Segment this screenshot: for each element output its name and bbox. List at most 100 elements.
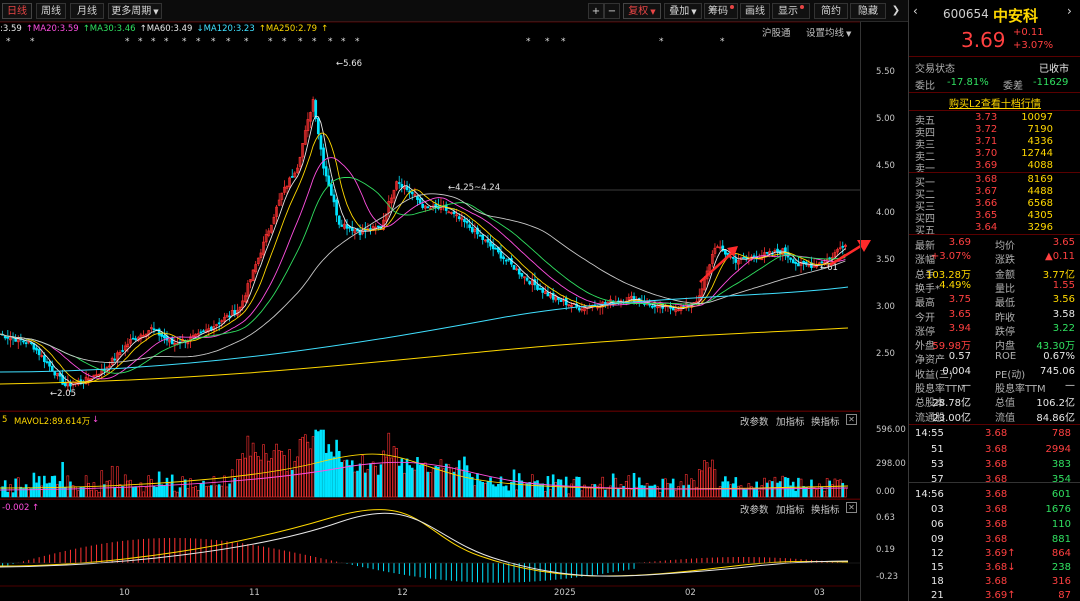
candle-body bbox=[337, 215, 341, 225]
stat-value: 3.94 bbox=[948, 322, 971, 334]
candle-body bbox=[494, 247, 498, 250]
candle-body bbox=[330, 184, 333, 196]
volume-bar bbox=[452, 471, 456, 498]
volume-bar bbox=[572, 479, 576, 498]
candle-body bbox=[290, 176, 294, 178]
candle-body bbox=[517, 268, 521, 275]
volume-bar bbox=[731, 483, 735, 498]
volume-bar bbox=[442, 468, 445, 498]
stat-label: 最高 bbox=[915, 298, 935, 310]
volume-bar bbox=[604, 489, 607, 498]
ask-row: 卖五 3.73 10097 bbox=[909, 112, 1079, 127]
volume-bar bbox=[637, 477, 641, 498]
bid-row: 买二 3.67 4488 bbox=[909, 186, 1079, 201]
ask-price: 3.71 bbox=[975, 136, 998, 147]
volume-bar bbox=[546, 476, 550, 498]
price-change-pct: +3.07% bbox=[1013, 40, 1054, 51]
volume-tick: 298.00 bbox=[876, 459, 906, 469]
candle-body bbox=[228, 315, 231, 318]
volume-bar bbox=[27, 487, 31, 498]
stat-value: 1.55 bbox=[1052, 279, 1075, 291]
volume-bar bbox=[716, 487, 719, 498]
volume-bar bbox=[371, 461, 375, 498]
volume-bar bbox=[617, 487, 620, 498]
candle-body bbox=[478, 234, 482, 237]
volume-bar bbox=[437, 466, 440, 498]
volume-bar bbox=[431, 468, 435, 498]
volume-bar bbox=[460, 469, 464, 498]
macd-tick: 0.19 bbox=[876, 545, 895, 555]
candle-body bbox=[731, 257, 735, 259]
ratio-value: -17.81% bbox=[947, 77, 989, 88]
tick-price: 3.68 bbox=[985, 474, 1008, 485]
tick-volume: 110 bbox=[1051, 519, 1071, 530]
volume-bar bbox=[32, 472, 36, 498]
date-tick: 11 bbox=[249, 588, 260, 598]
tick-time: 06 bbox=[931, 519, 944, 530]
macd-switch-indicator-button[interactable]: 换指标 bbox=[811, 502, 840, 516]
volume-bar bbox=[778, 481, 782, 498]
volume-bar bbox=[424, 462, 427, 498]
volume-bar bbox=[486, 481, 490, 498]
volume-bar bbox=[105, 480, 109, 498]
stat-row: 总股本 28.78亿 总值 106.2亿 bbox=[909, 394, 1079, 410]
candle-body bbox=[48, 361, 51, 367]
volume-bar bbox=[653, 484, 657, 498]
tick-row: 51 3.68 2994 bbox=[909, 444, 1079, 456]
volume-bar bbox=[387, 432, 391, 498]
bid-volume: 4488 bbox=[1027, 186, 1053, 197]
volume-bar bbox=[19, 486, 23, 498]
volume-bar bbox=[108, 480, 111, 498]
volume-bar bbox=[700, 470, 704, 498]
stat-row: 外盘 59.98万 内盘 43.30万 bbox=[909, 337, 1079, 353]
volume-param-button[interactable]: 改参数 bbox=[740, 414, 769, 428]
macd-param-button[interactable]: 改参数 bbox=[740, 502, 769, 516]
volume-bar bbox=[559, 479, 563, 498]
volume-bar bbox=[802, 486, 805, 498]
volume-bar bbox=[327, 444, 331, 498]
volume-bar bbox=[413, 469, 417, 498]
volume-bar bbox=[781, 475, 785, 498]
candle-body bbox=[131, 337, 135, 340]
stat-value: 23.00亿 bbox=[932, 412, 971, 424]
scroll-down-icon[interactable]: › bbox=[1067, 4, 1072, 18]
volume-bar bbox=[129, 479, 132, 498]
volume-bar bbox=[290, 469, 294, 498]
candle-body bbox=[499, 251, 503, 259]
volume-bar bbox=[664, 478, 667, 498]
volume-bar bbox=[397, 465, 401, 498]
stat-value: 106.2亿 bbox=[1036, 398, 1075, 410]
volume-switch-indicator-button[interactable]: 换指标 bbox=[811, 414, 840, 428]
candle-body bbox=[648, 303, 652, 306]
stat-value: 28.78亿 bbox=[932, 398, 971, 410]
volume-bar bbox=[504, 485, 508, 498]
date-tick: 02 bbox=[685, 588, 696, 598]
scroll-up-icon[interactable]: ‹ bbox=[913, 4, 918, 18]
l2-purchase-link[interactable]: 购买L2查看十档行情 bbox=[949, 95, 1041, 110]
volume-bar bbox=[395, 448, 398, 498]
stat-label: 总值 bbox=[995, 398, 1015, 410]
close-icon[interactable]: ✕ bbox=[846, 502, 857, 513]
close-icon[interactable]: ✕ bbox=[846, 414, 857, 425]
volume-bar bbox=[588, 486, 591, 498]
volume-bar bbox=[439, 459, 443, 498]
candle-body bbox=[345, 224, 349, 229]
volume-bar bbox=[277, 450, 281, 498]
ask-row: 卖一 3.69 4088 bbox=[909, 160, 1079, 175]
tick-volume: 788 bbox=[1051, 428, 1071, 439]
volume-bar bbox=[356, 470, 359, 498]
volume-tick: 596.00 bbox=[876, 425, 906, 435]
macd-add-indicator-button[interactable]: 加指标 bbox=[776, 502, 805, 516]
volume-add-indicator-button[interactable]: 加指标 bbox=[776, 414, 805, 428]
stat-label: 流值 bbox=[995, 412, 1015, 424]
volume-bar bbox=[708, 467, 712, 498]
ma250-line bbox=[0, 327, 849, 385]
tick-volume: 1676 bbox=[1045, 504, 1071, 515]
volume-bar bbox=[530, 474, 534, 498]
stat-label: 最低 bbox=[995, 298, 1015, 310]
volume-bar bbox=[348, 465, 351, 498]
stat-label: 内盘 bbox=[995, 341, 1015, 353]
volume-bar bbox=[794, 490, 798, 498]
volume-bar bbox=[804, 487, 808, 498]
volume-bar bbox=[752, 487, 756, 498]
